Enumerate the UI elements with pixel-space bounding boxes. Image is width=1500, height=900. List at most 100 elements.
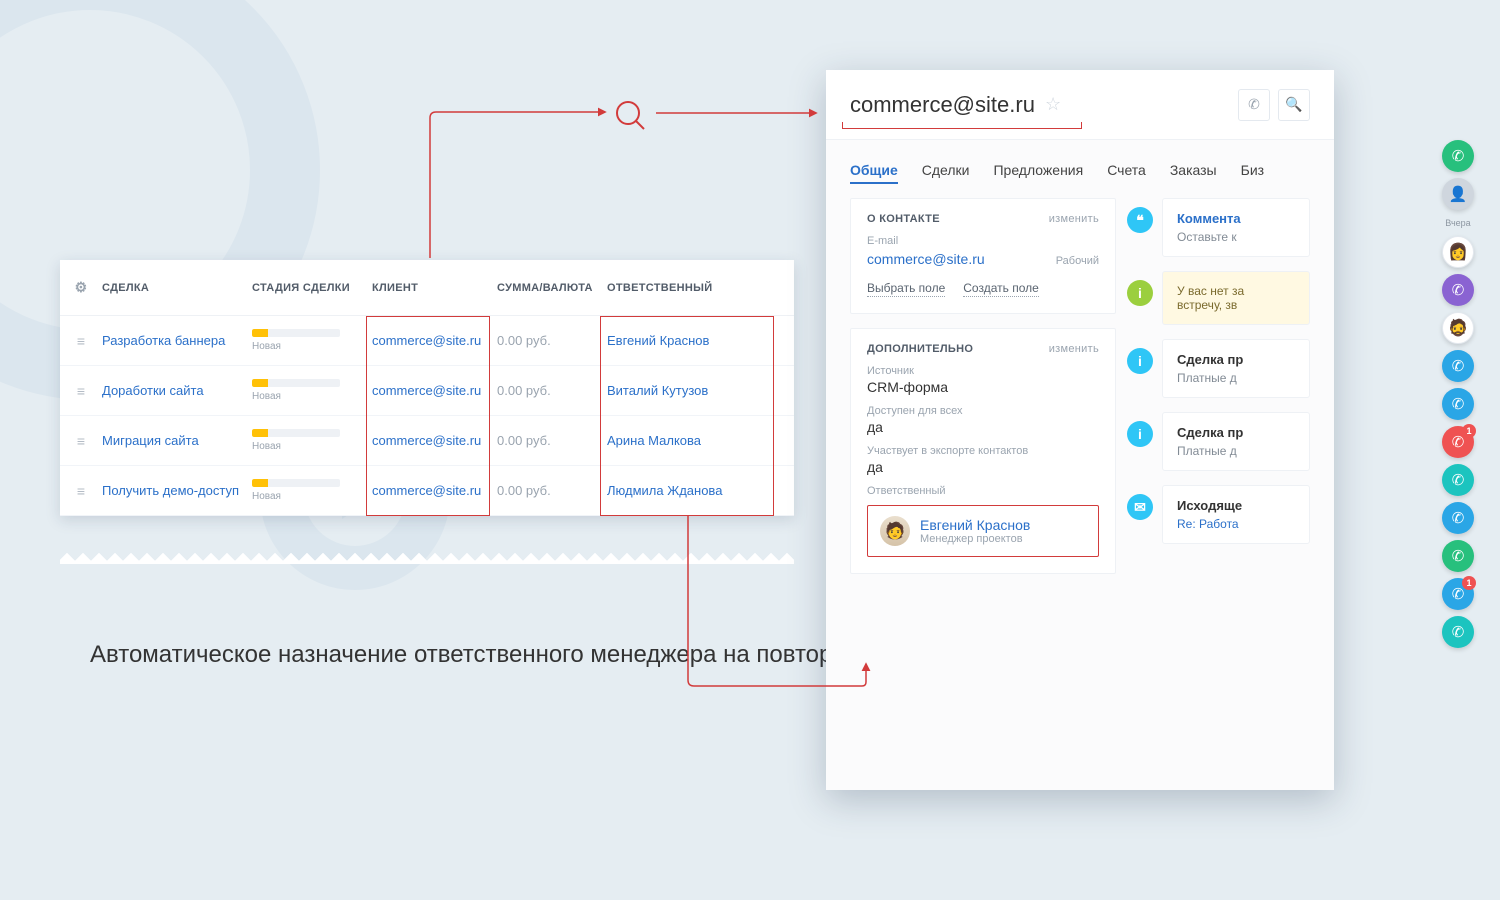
about-header: О КОНТАКТЕ (867, 213, 940, 225)
title-highlight (842, 128, 1082, 129)
feed-comment[interactable]: ❝ Коммента Оставьте к (1162, 198, 1310, 257)
dock-badge: 1 (1462, 424, 1476, 438)
dock-call-icon[interactable] (1442, 140, 1474, 172)
dock-avatar[interactable]: 🧔 (1442, 312, 1474, 344)
dock-call-icon[interactable] (1442, 464, 1474, 496)
drag-handle-icon[interactable]: ≡ (60, 334, 96, 348)
stage-progress (252, 479, 340, 487)
client-link[interactable]: commerce@site.ru (366, 433, 491, 448)
tab-deals[interactable]: Сделки (922, 162, 970, 184)
tab-biz[interactable]: Биз (1241, 162, 1264, 184)
dock-call-icon[interactable] (1442, 350, 1474, 382)
edit-link[interactable]: изменить (1049, 213, 1099, 225)
drag-handle-icon[interactable]: ≡ (60, 384, 96, 398)
search-icon[interactable]: 🔍 (1278, 89, 1310, 121)
drag-handle-icon[interactable]: ≡ (60, 484, 96, 498)
drag-handle-icon[interactable]: ≡ (60, 434, 96, 448)
dock-avatar[interactable]: 👩 (1442, 236, 1474, 268)
email-type: Рабочий (1056, 255, 1099, 267)
feed-deal[interactable]: i Сделка пр Платные д (1162, 412, 1310, 471)
dock-call-missed-icon[interactable]: 1 (1442, 426, 1474, 458)
avatar: 🧑 (880, 516, 910, 546)
extra-header: ДОПОЛНИТЕЛЬНО (867, 343, 973, 355)
dock-crm-icon[interactable]: 👤 (1442, 178, 1474, 210)
tab-orders[interactable]: Заказы (1170, 162, 1217, 184)
tab-invoices[interactable]: Счета (1107, 162, 1146, 184)
email-label: E-mail (867, 235, 1099, 247)
call-icon[interactable]: ✆ (1238, 89, 1270, 121)
responsible-link[interactable]: Виталий Кутузов (601, 383, 761, 398)
responsible-name: Евгений Краснов (920, 517, 1030, 534)
card-header: commerce@site.ru ☆ ✆ 🔍 (826, 70, 1334, 140)
star-icon[interactable]: ☆ (1045, 94, 1061, 115)
contact-title: commerce@site.ru (850, 92, 1035, 118)
dock-call-icon[interactable] (1442, 388, 1474, 420)
client-link[interactable]: commerce@site.ru (366, 333, 491, 348)
gear-icon[interactable]: ⚙ (60, 279, 96, 296)
table-row: ≡ Доработки сайта Новая commerce@site.ru… (60, 366, 794, 416)
amount-value: 0.00 руб. (491, 433, 601, 448)
source-label: Источник (867, 365, 1099, 377)
stage-label: Новая (252, 441, 366, 452)
feed-warning-l2: встречу, зв (1177, 298, 1295, 312)
feed-title: Сделка пр (1177, 425, 1295, 440)
stage-progress (252, 429, 340, 437)
deal-link[interactable]: Получить демо-доступ (96, 483, 246, 498)
mail-icon: ✉ (1127, 494, 1153, 520)
feed-title: Исходяще (1177, 498, 1295, 513)
create-field-link[interactable]: Создать поле (963, 281, 1039, 297)
col-stage: СТАДИЯ СДЕЛКИ (246, 282, 366, 294)
info-icon: i (1127, 348, 1153, 374)
col-deal: СДЕЛКА (96, 282, 246, 294)
dock-call-icon[interactable] (1442, 540, 1474, 572)
deal-link[interactable]: Миграция сайта (96, 433, 246, 448)
responsible-link[interactable]: Евгений Краснов (601, 333, 761, 348)
source-value: CRM-форма (867, 379, 1099, 395)
card-tabs: Общие Сделки Предложения Счета Заказы Би… (826, 140, 1334, 198)
feed-warning[interactable]: i У вас нет за встречу, зв (1162, 271, 1310, 325)
dock-call-icon[interactable] (1442, 274, 1474, 306)
table-row: ≡ Миграция сайта Новая commerce@site.ru … (60, 416, 794, 466)
responsible-box[interactable]: 🧑 Евгений Краснов Менеджер проектов (867, 505, 1099, 557)
responsible-role: Менеджер проектов (920, 533, 1030, 545)
stage-progress (252, 379, 340, 387)
amount-value: 0.00 руб. (491, 333, 601, 348)
dock-call-icon[interactable] (1442, 616, 1474, 648)
stage-label: Новая (252, 341, 366, 352)
about-panel: О КОНТАКТЕ изменить E-mail commerce@site.… (850, 198, 1116, 314)
feed-subtitle: Платные д (1177, 371, 1295, 385)
col-resp: ОТВЕТСТВЕННЫЙ (601, 282, 761, 294)
deal-link[interactable]: Разработка баннера (96, 333, 246, 348)
feed-subtitle: Оставьте к (1177, 230, 1295, 244)
quick-dock: 👤 Вчера 👩 🧔 1 1 (1442, 140, 1474, 648)
extra-panel: ДОПОЛНИТЕЛЬНО изменить Источник CRM-форма… (850, 328, 1116, 574)
client-link[interactable]: commerce@site.ru (366, 483, 491, 498)
responsible-link[interactable]: Арина Малкова (601, 433, 761, 448)
feed-outgoing[interactable]: ✉ Исходяще Re: Работа (1162, 485, 1310, 544)
feed-title: Сделка пр (1177, 352, 1295, 367)
export-value: да (867, 459, 1099, 475)
amount-value: 0.00 руб. (491, 483, 601, 498)
email-value[interactable]: commerce@site.ru (867, 251, 985, 267)
table-row: ≡ Получить демо-доступ Новая commerce@si… (60, 466, 794, 516)
resp-label: Ответственный (867, 485, 1099, 497)
stage-label: Новая (252, 491, 366, 502)
feed-subtitle: Платные д (1177, 444, 1295, 458)
warning-icon: i (1127, 280, 1153, 306)
tab-general[interactable]: Общие (850, 162, 898, 184)
feed-deal[interactable]: i Сделка пр Платные д (1162, 339, 1310, 398)
deals-table: ⚙ СДЕЛКА СТАДИЯ СДЕЛКИ КЛИЕНТ СУММА/ВАЛЮ… (60, 260, 794, 516)
dock-call-icon[interactable]: 1 (1442, 578, 1474, 610)
stage-progress (252, 329, 340, 337)
deal-link[interactable]: Доработки сайта (96, 383, 246, 398)
dock-call-icon[interactable] (1442, 502, 1474, 534)
stage-label: Новая (252, 391, 366, 402)
edit-link[interactable]: изменить (1049, 343, 1099, 355)
responsible-link[interactable]: Людмила Жданова (601, 483, 761, 498)
tab-offers[interactable]: Предложения (993, 162, 1083, 184)
torn-edge (60, 548, 794, 564)
pick-field-link[interactable]: Выбрать поле (867, 281, 945, 297)
chat-icon: ❝ (1127, 207, 1153, 233)
feed-warning-l1: У вас нет за (1177, 284, 1295, 298)
client-link[interactable]: commerce@site.ru (366, 383, 491, 398)
